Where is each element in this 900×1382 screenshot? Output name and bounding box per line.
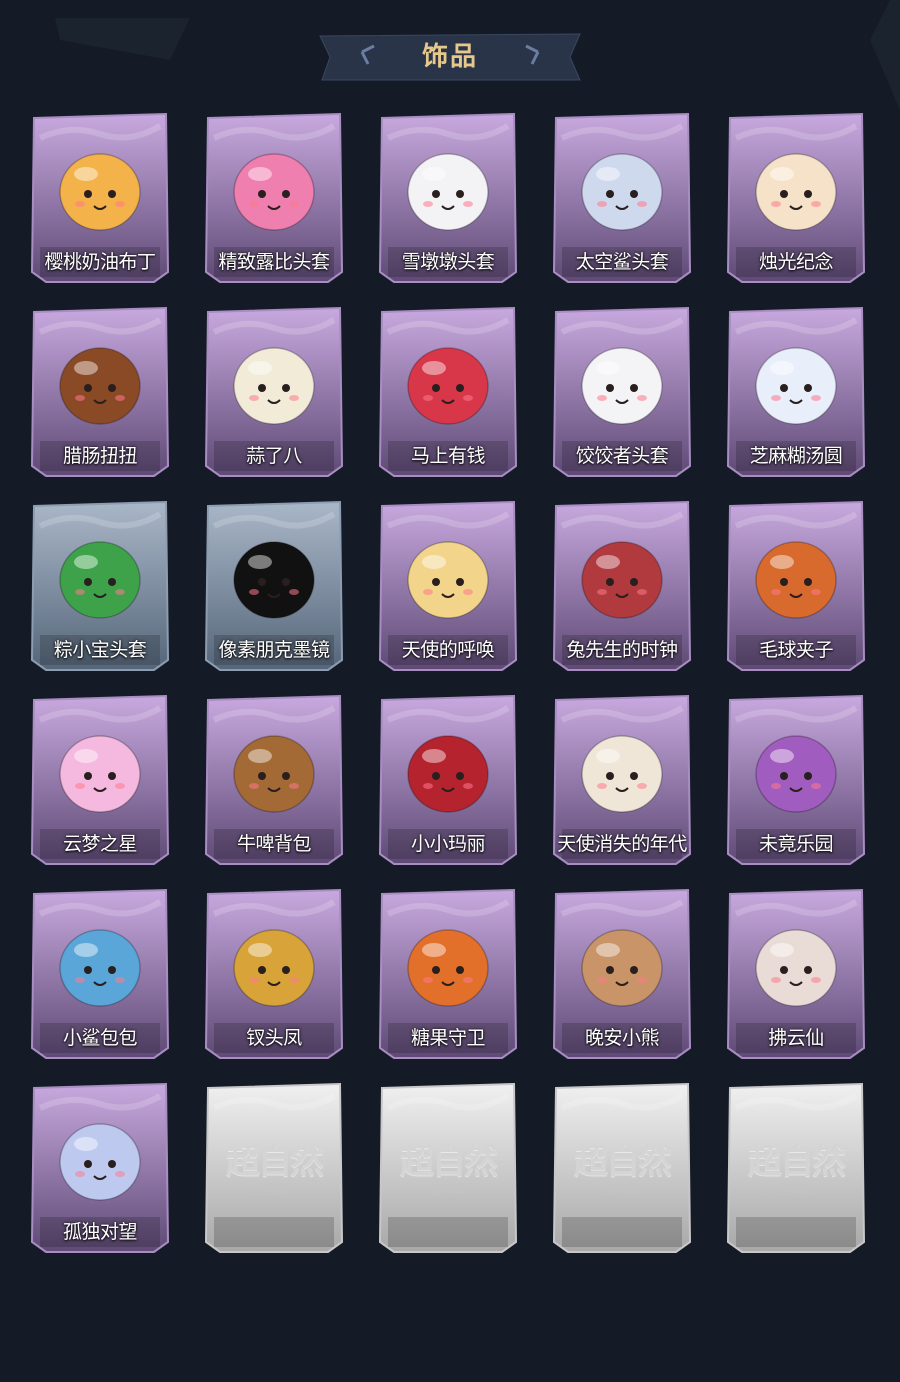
horse-head-icon xyxy=(398,324,498,434)
accessory-card[interactable]: 太空鲨头套 xyxy=(552,112,692,284)
accessory-card[interactable]: 兔先生的时钟 xyxy=(552,500,692,672)
accessory-name: 蒜了八 xyxy=(246,445,302,467)
placeholder-logo-text: 超自然 xyxy=(574,1142,672,1182)
accessory-card[interactable]: 云梦之星 xyxy=(30,694,170,866)
accessory-name: 粽小宝头套 xyxy=(53,639,147,661)
cloud-fairy-charm-icon xyxy=(746,906,846,1016)
accessory-name: 太空鲨头套 xyxy=(575,251,669,273)
accessory-card[interactable]: 毛球夹子 xyxy=(726,500,866,672)
placeholder-logo: 超自然 — 行动组 — xyxy=(552,1134,692,1197)
placeholder-logo: 超自然 — 行动组 — xyxy=(726,1134,866,1197)
accessory-card[interactable]: 烛光纪念 xyxy=(726,112,866,284)
fairy-charm-icon xyxy=(50,1100,150,1210)
accessory-card[interactable]: 粽小宝头套 xyxy=(30,500,170,672)
accessory-name: 饺饺者头套 xyxy=(575,445,669,467)
accessory-card[interactable]: 腊肠扭扭 xyxy=(30,306,170,478)
accessory-card-empty[interactable]: 超自然 — 行动组 — xyxy=(552,1082,692,1254)
pixel-sunglasses-icon xyxy=(224,518,324,628)
accessory-card[interactable]: 未竟乐园 xyxy=(726,694,866,866)
accessory-name: 精致露比头套 xyxy=(218,251,330,273)
candle-icon xyxy=(746,130,846,240)
accessory-name: 晚安小熊 xyxy=(584,1027,660,1049)
accessory-card[interactable]: 马上有钱 xyxy=(378,306,518,478)
accessory-name: 樱桃奶油布丁 xyxy=(44,251,156,273)
accessory-card[interactable]: 芝麻糊汤圆 xyxy=(726,306,866,478)
accessory-card-empty[interactable]: 超自然 — 行动组 — xyxy=(204,1082,344,1254)
accessory-name: 糖果守卫 xyxy=(410,1027,486,1049)
accessory-name: 拂云仙 xyxy=(768,1027,824,1049)
cow-beer-icon xyxy=(224,712,324,822)
accessory-card[interactable]: 小小玛丽 xyxy=(378,694,518,866)
accessory-name: 马上有钱 xyxy=(410,445,486,467)
accessory-name: 天使的呼唤 xyxy=(401,639,495,661)
accessory-name: 牛啤背包 xyxy=(236,833,312,855)
zongzi-head-icon xyxy=(50,518,150,628)
accessory-card[interactable]: 牛啤背包 xyxy=(204,694,344,866)
accessory-card[interactable]: 孤独对望 xyxy=(30,1082,170,1254)
accessory-card[interactable]: 像素朋克墨镜 xyxy=(204,500,344,672)
accessory-card[interactable]: 饺饺者头套 xyxy=(552,306,692,478)
accessory-name: 毛球夹子 xyxy=(758,639,834,661)
accessory-name: 芝麻糊汤圆 xyxy=(749,445,843,467)
angel-charm-icon xyxy=(398,518,498,628)
accessory-card[interactable]: 天使的呼唤 xyxy=(378,500,518,672)
placeholder-logo-subtext: — 行动组 — xyxy=(417,1183,479,1196)
accessory-card[interactable]: 钗头凤 xyxy=(204,888,344,1060)
accessory-name: 孤独对望 xyxy=(62,1221,138,1243)
placeholder-logo-subtext: — 行动组 — xyxy=(765,1183,827,1196)
mary-doll-icon xyxy=(398,712,498,822)
bear-charm-icon xyxy=(572,906,672,1016)
accessory-card[interactable]: 天使消失的年代 xyxy=(552,694,692,866)
accessory-card[interactable]: 糖果守卫 xyxy=(378,888,518,1060)
accessory-name: 烛光纪念 xyxy=(758,251,834,273)
accessory-name: 小小玛丽 xyxy=(410,833,486,855)
placeholder-logo-text: 超自然 xyxy=(748,1142,846,1182)
page-header: 饰品 xyxy=(318,32,582,82)
placeholder-logo-subtext: — 行动组 — xyxy=(591,1183,653,1196)
accessory-card-empty[interactable]: 超自然 — 行动组 — xyxy=(726,1082,866,1254)
pudding-icon xyxy=(50,130,150,240)
dumpling-head-icon xyxy=(572,324,672,434)
rabbit-clock-charm-icon xyxy=(572,518,672,628)
crowned-doll-icon xyxy=(224,906,324,1016)
accessory-name: 天使消失的年代 xyxy=(557,833,687,855)
unicorn-star-icon xyxy=(50,712,150,822)
accessory-card[interactable]: 精致露比头套 xyxy=(204,112,344,284)
accessory-name: 腊肠扭扭 xyxy=(62,445,138,467)
accessory-card-empty[interactable]: 超自然 — 行动组 — xyxy=(378,1082,518,1254)
pink-head-icon xyxy=(224,130,324,240)
accessory-name: 钗头凤 xyxy=(246,1027,302,1049)
page-title: 饰品 xyxy=(421,42,478,72)
tangyuan-icon xyxy=(746,324,846,434)
placeholder-logo: 超自然 — 行动组 — xyxy=(378,1134,518,1197)
snowman-head-icon xyxy=(398,130,498,240)
accessory-name: 小鲨包包 xyxy=(62,1027,138,1049)
placeholder-logo: 超自然 — 行动组 — xyxy=(204,1134,344,1197)
accessory-card[interactable]: 小鲨包包 xyxy=(30,888,170,1060)
accessory-card[interactable]: 晚安小熊 xyxy=(552,888,692,1060)
accessory-card[interactable]: 雪墩墩头套 xyxy=(378,112,518,284)
placeholder-logo-subtext: — 行动组 — xyxy=(243,1183,305,1196)
accessory-card[interactable]: 拂云仙 xyxy=(726,888,866,1060)
dog-head-icon xyxy=(50,324,150,434)
accessory-name: 兔先生的时钟 xyxy=(566,639,678,661)
accessory-card[interactable]: 樱桃奶油布丁 xyxy=(30,112,170,284)
angel-doll-icon xyxy=(572,712,672,822)
shark-head-icon xyxy=(572,130,672,240)
placeholder-logo-text: 超自然 xyxy=(226,1142,324,1182)
accessory-name: 云梦之星 xyxy=(62,833,138,855)
accessory-name: 雪墩墩头套 xyxy=(401,251,495,273)
accessory-name: 像素朋克墨镜 xyxy=(218,639,330,661)
garlic-icon xyxy=(224,324,324,434)
pumpkin-guard-icon xyxy=(398,906,498,1016)
shark-bag-icon xyxy=(50,906,150,1016)
placeholder-logo-text: 超自然 xyxy=(400,1142,498,1182)
accessory-name: 未竟乐园 xyxy=(758,833,834,855)
raccoon-drummer-icon xyxy=(746,518,846,628)
clown-doll-icon xyxy=(746,712,846,822)
accessory-card[interactable]: 蒜了八 xyxy=(204,306,344,478)
